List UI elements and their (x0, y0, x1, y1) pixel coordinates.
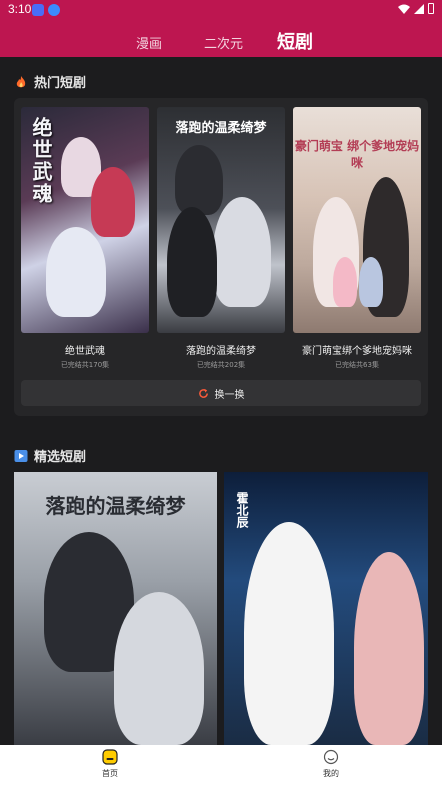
episode-count: 已完结共170集 (60, 361, 110, 369)
refresh-button[interactable]: 换一换 (21, 380, 421, 406)
tab-short-drama[interactable]: 短剧 (277, 28, 313, 54)
drama-title[interactable]: 豪门萌宝绑个爹地宠妈咪 (293, 342, 421, 357)
hot-card: 绝世武魂 落跑的温柔绮梦 豪门萌宝 绑个爹地宠妈咪 绝世武魂 落跑的温柔绮梦 豪… (14, 98, 428, 416)
status-time: 3:10 (8, 2, 32, 16)
status-bar: 3:10 (0, 0, 442, 20)
play-icon (14, 449, 28, 462)
character-figure (114, 592, 204, 745)
nav-profile-label: 我的 (323, 769, 339, 778)
featured-section-header: 精选短剧 (14, 446, 86, 465)
wifi-icon (398, 4, 410, 14)
hot-section-header: 热门短剧 (14, 72, 86, 91)
featured-poster[interactable]: 霍北辰 (224, 472, 428, 745)
drama-poster[interactable]: 落跑的温柔绮梦 (157, 107, 285, 333)
character-figure (213, 197, 271, 307)
top-bar: 3:10 漫画 二次元 短剧 (0, 0, 442, 57)
poster-title: 落跑的温柔绮梦 (45, 494, 186, 518)
drama-poster[interactable]: 绝世武魂 (21, 107, 149, 333)
episode-count: 已完结共202集 (196, 361, 246, 369)
home-icon (102, 749, 118, 765)
nav-home[interactable]: 首页 (80, 749, 140, 779)
character-figure (46, 227, 106, 317)
character-figure (91, 167, 135, 237)
character-figure (167, 207, 217, 317)
poster-title: 绝世武魂 (29, 117, 53, 205)
poster-title: 落跑的温柔绮梦 (175, 121, 267, 136)
character-figure (354, 552, 424, 745)
child-figure (359, 257, 383, 307)
character-figure (175, 145, 223, 215)
poster-title: 霍北辰 (235, 492, 249, 528)
child-figure (333, 257, 357, 307)
episode-count: 已完结共63集 (335, 361, 379, 369)
nav-home-label: 首页 (102, 769, 118, 778)
drama-poster[interactable]: 豪门萌宝 绑个爹地宠妈咪 (293, 107, 421, 333)
download-icon (48, 4, 60, 16)
refresh-icon (198, 388, 208, 398)
drama-title[interactable]: 绝世武魂 (21, 342, 149, 357)
featured-section-title: 精选短剧 (34, 450, 87, 465)
fire-icon (16, 75, 26, 87)
poster-title: 豪门萌宝 绑个爹地宠妈咪 (294, 139, 420, 170)
app-notification-icon (32, 4, 44, 16)
system-icons (398, 3, 434, 14)
category-tabs: 漫画 二次元 短剧 (0, 24, 442, 54)
signal-icon (414, 3, 424, 14)
battery-icon (428, 3, 434, 14)
drama-title[interactable]: 落跑的温柔绮梦 (157, 342, 285, 357)
tab-anime[interactable]: 二次元 (204, 33, 243, 52)
hot-section-title: 热门短剧 (34, 76, 87, 91)
bottom-nav: 首页 我的 (0, 745, 442, 786)
nav-profile[interactable]: 我的 (301, 749, 361, 779)
character-figure (244, 522, 334, 745)
tab-comics[interactable]: 漫画 (136, 33, 162, 52)
profile-icon (323, 749, 339, 765)
featured-poster[interactable]: 落跑的温柔绮梦 (14, 472, 217, 745)
refresh-label: 换一换 (214, 389, 245, 401)
